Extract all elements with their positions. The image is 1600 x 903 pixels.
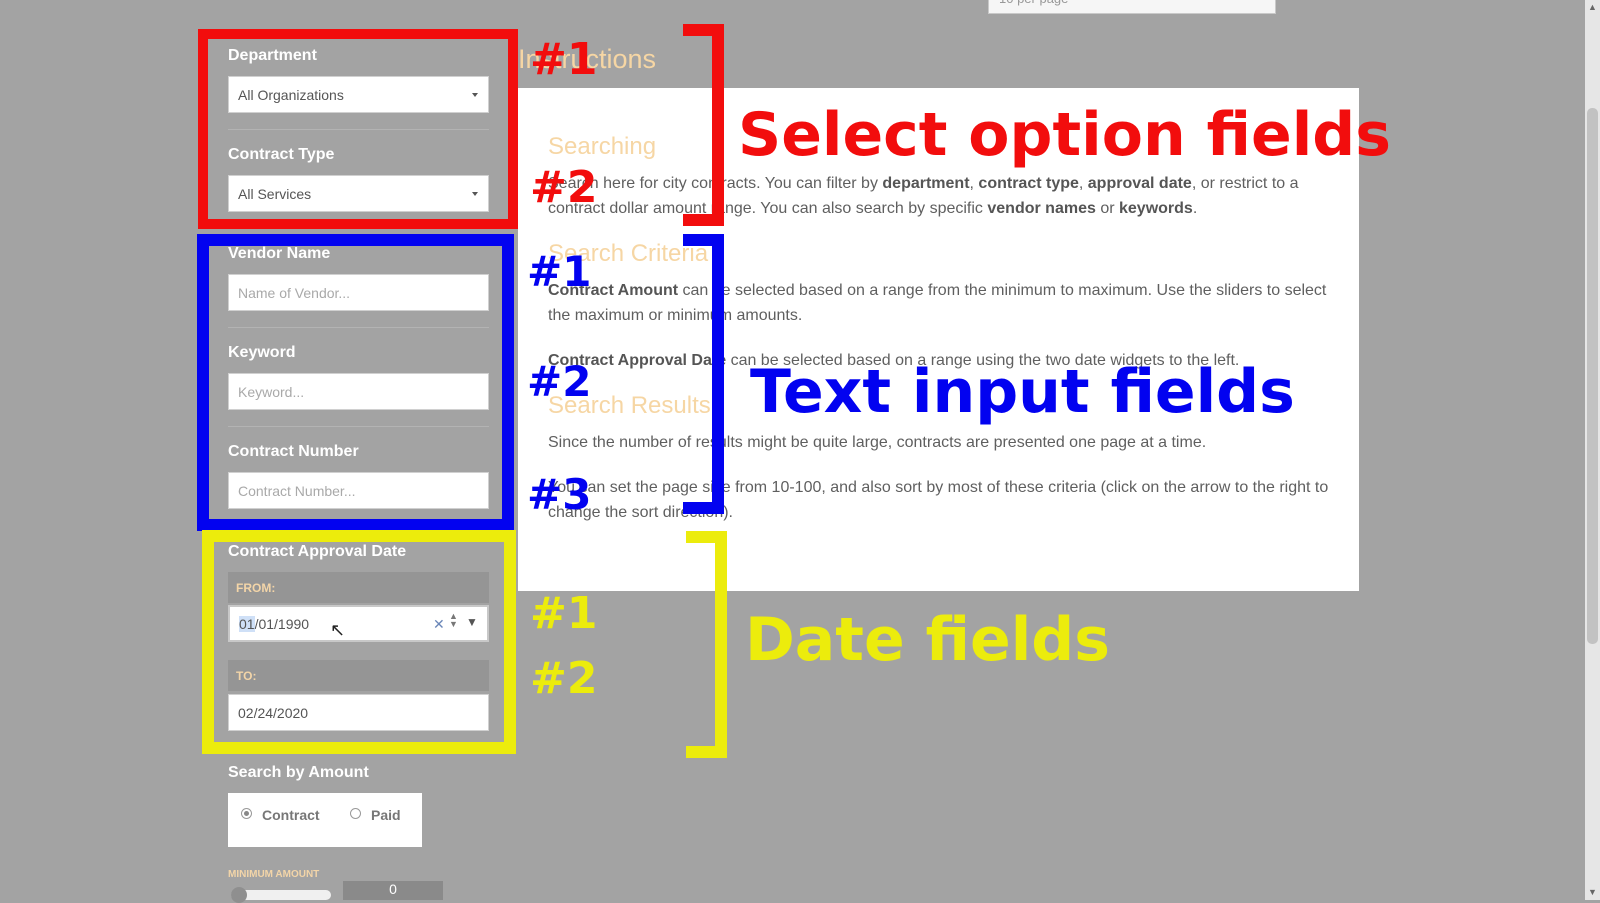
scrollbar-thumb[interactable] [1587,108,1598,644]
text-n2: #2 [527,357,592,406]
select-n2: #2 [530,162,598,213]
select-bracket [683,24,724,226]
date-fields-title: Date fields [745,605,1110,675]
scroll-down-icon[interactable]: ▼ [1588,887,1597,897]
text-n3: #3 [527,470,592,519]
text-bracket [683,234,724,514]
text-fields-title: Text input fields [750,357,1295,427]
scroll-up-icon[interactable]: ▲ [1588,2,1597,12]
date-n1: #1 [530,588,598,639]
date-bracket [686,531,727,758]
text-n1: #1 [527,247,592,296]
select-fields-title: Select option fields [738,100,1391,170]
select-fields-box [198,29,518,229]
date-n2: #2 [530,653,598,704]
date-fields-box [202,530,516,754]
select-n1: #1 [530,34,598,85]
text-fields-box [197,234,514,531]
